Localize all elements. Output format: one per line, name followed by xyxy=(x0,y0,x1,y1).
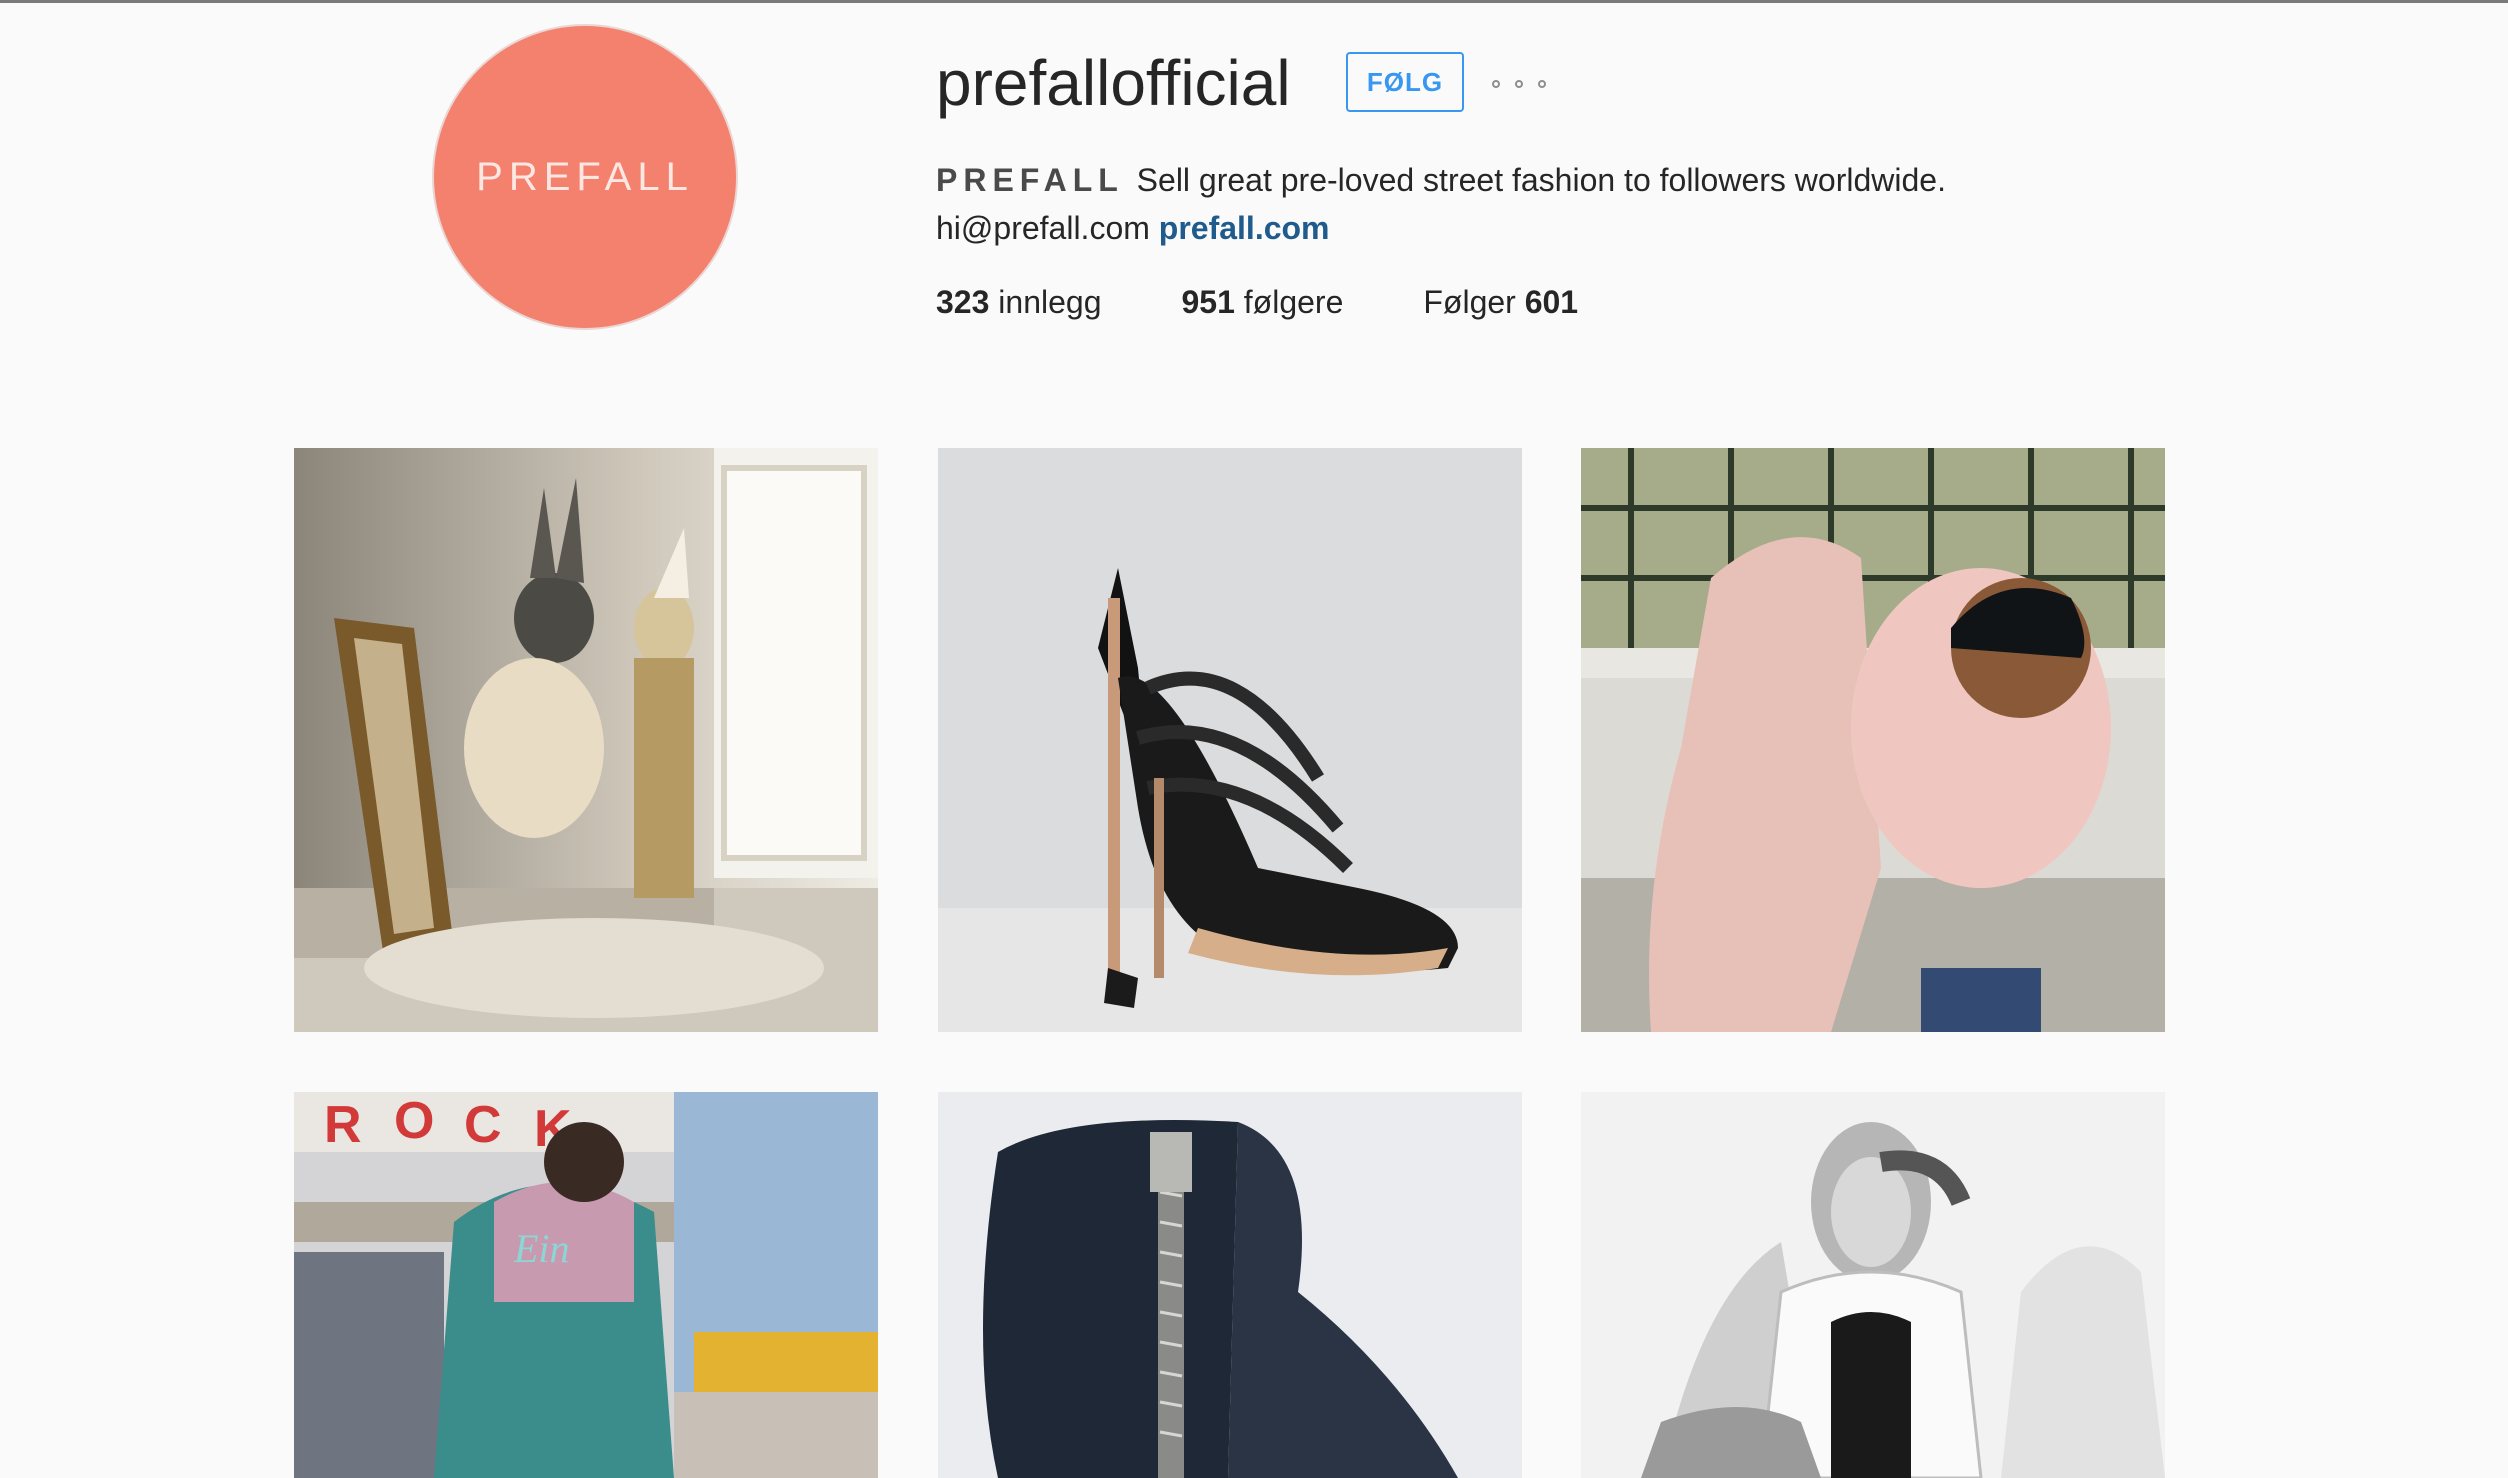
post-image-black-boot xyxy=(938,1092,1522,1478)
more-dot-icon xyxy=(1515,80,1523,88)
posts-count: 323 xyxy=(936,284,990,320)
followers-stat[interactable]: 951 følgere xyxy=(1181,278,1343,326)
avatar-logo-text: PREFALL xyxy=(476,154,694,199)
bio-email: hi@prefall.com xyxy=(936,210,1150,246)
more-dot-icon xyxy=(1538,80,1546,88)
profile-stats: 323 innlegg 951 følgere Følger 601 xyxy=(936,278,1658,326)
post-thumbnail[interactable] xyxy=(938,448,1522,1032)
followers-label: følgere xyxy=(1243,284,1344,320)
following-count: 601 xyxy=(1524,284,1579,320)
profile-username: prefallofficial xyxy=(936,47,1291,119)
bio-full-name: PREFALL xyxy=(936,162,1124,198)
following-label: Følger xyxy=(1423,284,1516,320)
post-thumbnail[interactable] xyxy=(1581,1092,2165,1478)
post-thumbnail[interactable]: R O C K Ein xyxy=(294,1092,878,1478)
svg-text:O: O xyxy=(394,1092,434,1150)
post-image-bw-portrait xyxy=(1581,1092,2165,1478)
post-thumbnail[interactable] xyxy=(938,1092,1522,1478)
svg-text:Ein: Ein xyxy=(513,1226,570,1271)
profile-avatar[interactable]: PREFALL xyxy=(434,26,736,328)
window-top-border xyxy=(0,0,2508,3)
posts-label: innlegg xyxy=(998,284,1102,320)
post-image-pink-coat xyxy=(1581,448,2165,1032)
bio-contact-line: hi@prefall.com prefall.com xyxy=(936,204,2136,252)
post-image-black-sandal xyxy=(938,448,1522,1032)
post-thumbnail[interactable] xyxy=(1581,448,2165,1032)
svg-text:R: R xyxy=(324,1096,362,1154)
following-stat[interactable]: Følger 601 xyxy=(1423,278,1578,326)
post-image-rockaway-jacket: R O C K Ein xyxy=(294,1092,878,1478)
post-image-rabbit-masks xyxy=(294,448,878,1032)
followers-count: 951 xyxy=(1181,284,1235,320)
website-link[interactable]: prefall.com xyxy=(1159,210,1330,246)
profile-bio: PREFALL Sell great pre-loved street fash… xyxy=(936,156,2136,252)
bio-description: Sell great pre-loved street fashion to f… xyxy=(1136,162,1946,198)
svg-text:C: C xyxy=(464,1096,502,1154)
follow-button[interactable]: FØLG xyxy=(1346,52,1464,112)
post-thumbnail[interactable] xyxy=(294,448,878,1032)
more-dot-icon xyxy=(1492,80,1500,88)
posts-stat: 323 innlegg xyxy=(936,278,1101,326)
more-options-button[interactable] xyxy=(1492,72,1546,96)
bio-line: PREFALL Sell great pre-loved street fash… xyxy=(936,156,2136,204)
